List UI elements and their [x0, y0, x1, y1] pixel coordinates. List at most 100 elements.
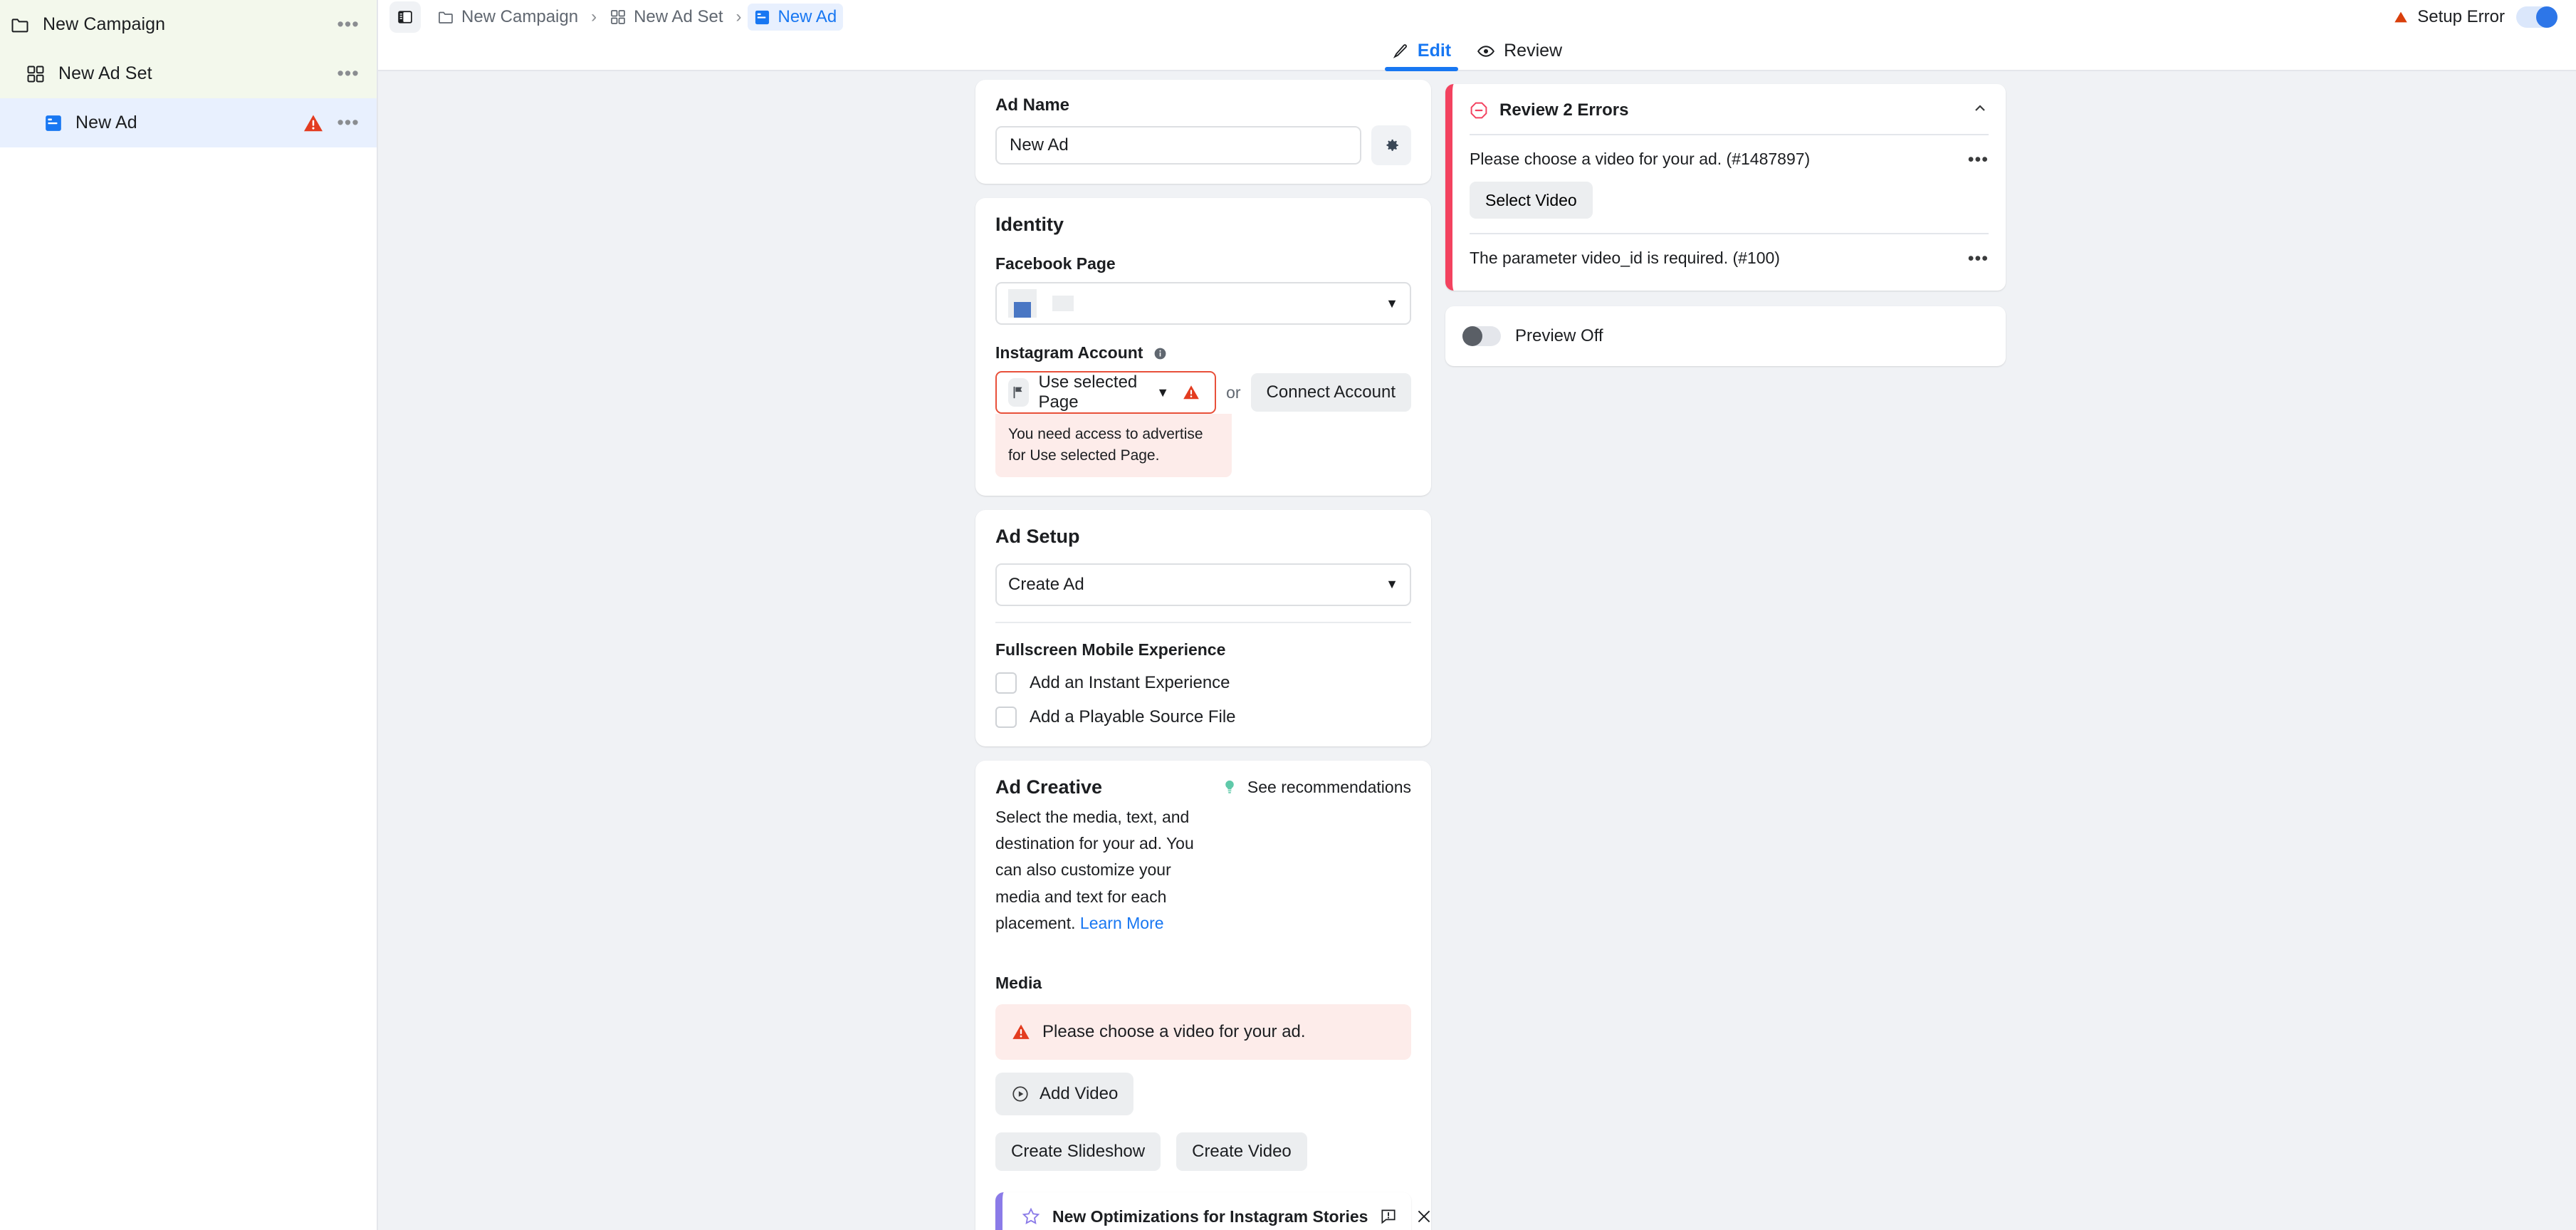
- app-root: New Campaign ••• New Ad Set ••• New Ad •…: [0, 0, 2576, 1230]
- checkbox-add-instant-experience[interactable]: Add an Instant Experience: [995, 672, 1411, 694]
- instagram-account-error-message: You need access to advertise for Use sel…: [995, 414, 1232, 477]
- lightbulb-icon: [1222, 779, 1237, 795]
- warning-triangle-icon: [1011, 1022, 1031, 1042]
- creative-tool-buttons: Create Slideshow Create Video: [995, 1132, 1411, 1172]
- review-error-item: The parameter video_id is required. (#10…: [1470, 233, 1989, 283]
- connect-account-button[interactable]: Connect Account: [1250, 373, 1411, 412]
- or-label: or: [1226, 382, 1241, 402]
- grid-icon: [609, 9, 627, 26]
- tab-edit[interactable]: Edit: [1379, 41, 1464, 71]
- sidebar-item-new-campaign[interactable]: New Campaign •••: [0, 0, 377, 49]
- tab-review[interactable]: Review: [1464, 41, 1575, 70]
- breadcrumb-label: New Ad Set: [634, 7, 723, 26]
- identity-card: Identity Facebook Page ▼ Instagram Accou…: [975, 198, 1431, 496]
- create-slideshow-button[interactable]: Create Slideshow: [995, 1132, 1161, 1172]
- review-error-menu-button[interactable]: •••: [1968, 150, 1989, 170]
- media-error-banner: Please choose a video for your ad.: [995, 1004, 1411, 1060]
- review-errors-header[interactable]: Review 2 Errors: [1452, 84, 2006, 134]
- ad-setup-select[interactable]: Create Ad ▼: [995, 563, 1411, 606]
- notification-title: New Optimizations for Instagram Stories: [1052, 1206, 1368, 1226]
- review-error-text: The parameter video_id is required. (#10…: [1470, 249, 1780, 267]
- breadcrumb-separator: ›: [735, 7, 742, 26]
- campaign-tree-sidebar: New Campaign ••• New Ad Set ••• New Ad •…: [0, 0, 378, 1230]
- sidebar-toggle-icon[interactable]: [389, 1, 421, 33]
- fullscreen-mobile-experience-heading: Fullscreen Mobile Experience: [995, 640, 1226, 659]
- see-recommendations-label: See recommendations: [1247, 777, 1411, 796]
- instagram-account-label: Instagram Account: [995, 343, 1411, 363]
- editor-body: Ad Name New Ad Identity Facebook Page ▼ …: [378, 71, 2576, 1230]
- pencil-icon: [1392, 43, 1409, 60]
- folder-icon: [10, 15, 30, 35]
- instagram-account-label-text: Instagram Account: [995, 343, 1143, 362]
- page-avatar: [1008, 289, 1037, 318]
- tab-label: Review: [1504, 41, 1563, 61]
- review-error-text: Please choose a video for your ad. (#148…: [1470, 150, 1811, 168]
- grid-icon: [26, 64, 46, 84]
- instagram-account-select[interactable]: Use selected Page ▼: [995, 371, 1217, 414]
- breadcrumb-item-new-ad-set[interactable]: New Ad Set: [603, 4, 729, 31]
- ad-setup-select-value: Create Ad: [1008, 574, 1084, 594]
- preview-toggle[interactable]: [1462, 326, 1501, 346]
- breadcrumb-separator: ›: [591, 7, 597, 26]
- feedback-icon[interactable]: [1379, 1207, 1398, 1226]
- sidebar-item-menu-button[interactable]: •••: [335, 12, 361, 38]
- create-video-button[interactable]: Create Video: [1176, 1132, 1307, 1172]
- preview-toggle-card: Preview Off: [1445, 306, 2006, 366]
- review-error-menu-button[interactable]: •••: [1968, 249, 1989, 269]
- checkbox-label: Add an Instant Experience: [1030, 672, 1230, 692]
- review-error-item: Please choose a video for your ad. (#148…: [1470, 134, 1989, 233]
- chevron-up-icon[interactable]: [1972, 100, 1989, 121]
- sidebar-item-menu-button[interactable]: •••: [335, 61, 361, 87]
- review-errors-panel: Review 2 Errors Please choose a video fo…: [1445, 84, 2006, 291]
- ad-creative-card: Ad Creative Select the media, text, and …: [975, 760, 1431, 1230]
- gear-icon[interactable]: [1371, 125, 1411, 165]
- ad-name-card: Ad Name New Ad: [975, 80, 1431, 184]
- folder-icon: [437, 9, 454, 26]
- page-flag-icon: [1008, 378, 1029, 407]
- sidebar-item-new-ad-set[interactable]: New Ad Set •••: [0, 49, 377, 98]
- breadcrumb: New Campaign › New Ad Set › New Ad: [431, 4, 844, 31]
- ad-icon: [44, 114, 63, 132]
- edit-review-tabs: Edit Review: [378, 34, 2576, 71]
- eye-icon: [1477, 42, 1495, 61]
- checkbox-add-playable-source-file[interactable]: Add a Playable Source File: [995, 706, 1411, 728]
- checkbox-box[interactable]: [995, 706, 1017, 728]
- media-heading: Media: [995, 974, 1042, 993]
- ad-icon: [754, 9, 770, 26]
- ad-name-input[interactable]: New Ad: [995, 126, 1361, 165]
- learn-more-link[interactable]: Learn More: [1080, 914, 1164, 932]
- instagram-stories-notification: New Optimizations for Instagram Stories: [995, 1192, 1430, 1230]
- review-sidebar-column: Review 2 Errors Please choose a video fo…: [1445, 84, 2006, 366]
- breadcrumb-item-new-ad[interactable]: New Ad: [748, 4, 844, 31]
- setup-error-toggle[interactable]: [2516, 6, 2557, 28]
- warning-triangle-icon: [303, 113, 324, 134]
- checkbox-box[interactable]: [995, 672, 1017, 694]
- facebook-page-select[interactable]: ▼: [995, 282, 1411, 325]
- select-video-button[interactable]: Select Video: [1470, 182, 1593, 219]
- sidebar-item-label: New Ad: [75, 113, 137, 132]
- sidebar-item-label: New Ad Set: [58, 63, 152, 83]
- sidebar-item-new-ad[interactable]: New Ad •••: [0, 98, 377, 147]
- close-icon[interactable]: [1415, 1207, 1433, 1226]
- play-circle-icon: [1011, 1085, 1030, 1103]
- chevron-down-icon: ▼: [1386, 577, 1398, 592]
- ad-setup-heading: Ad Setup: [995, 525, 1080, 547]
- breadcrumb-item-new-campaign[interactable]: New Campaign: [431, 4, 585, 31]
- top-bar-right: Setup Error: [2393, 6, 2557, 28]
- sidebar-item-menu-button[interactable]: •••: [335, 110, 361, 136]
- tab-label: Edit: [1417, 41, 1452, 61]
- error-octagon-icon: [1470, 101, 1488, 120]
- top-bar: New Campaign › New Ad Set › New Ad Setup…: [378, 0, 2576, 34]
- see-recommendations-link[interactable]: See recommendations: [1222, 778, 1411, 797]
- add-video-button[interactable]: Add Video: [995, 1073, 1134, 1116]
- media-error-text: Please choose a video for your ad.: [1042, 1022, 1306, 1042]
- info-icon[interactable]: [1153, 347, 1167, 360]
- page-name-placeholder: [1052, 296, 1074, 311]
- instagram-account-value: Use selected Page: [1038, 372, 1138, 412]
- notification-actions: [1379, 1207, 1433, 1226]
- preview-toggle-label: Preview Off: [1515, 326, 1603, 345]
- checkbox-label: Add a Playable Source File: [1030, 707, 1236, 726]
- facebook-page-label: Facebook Page: [995, 254, 1116, 273]
- ad-editor-column: Ad Name New Ad Identity Facebook Page ▼ …: [975, 80, 1431, 1230]
- notification-header: New Optimizations for Instagram Stories: [1021, 1206, 1430, 1226]
